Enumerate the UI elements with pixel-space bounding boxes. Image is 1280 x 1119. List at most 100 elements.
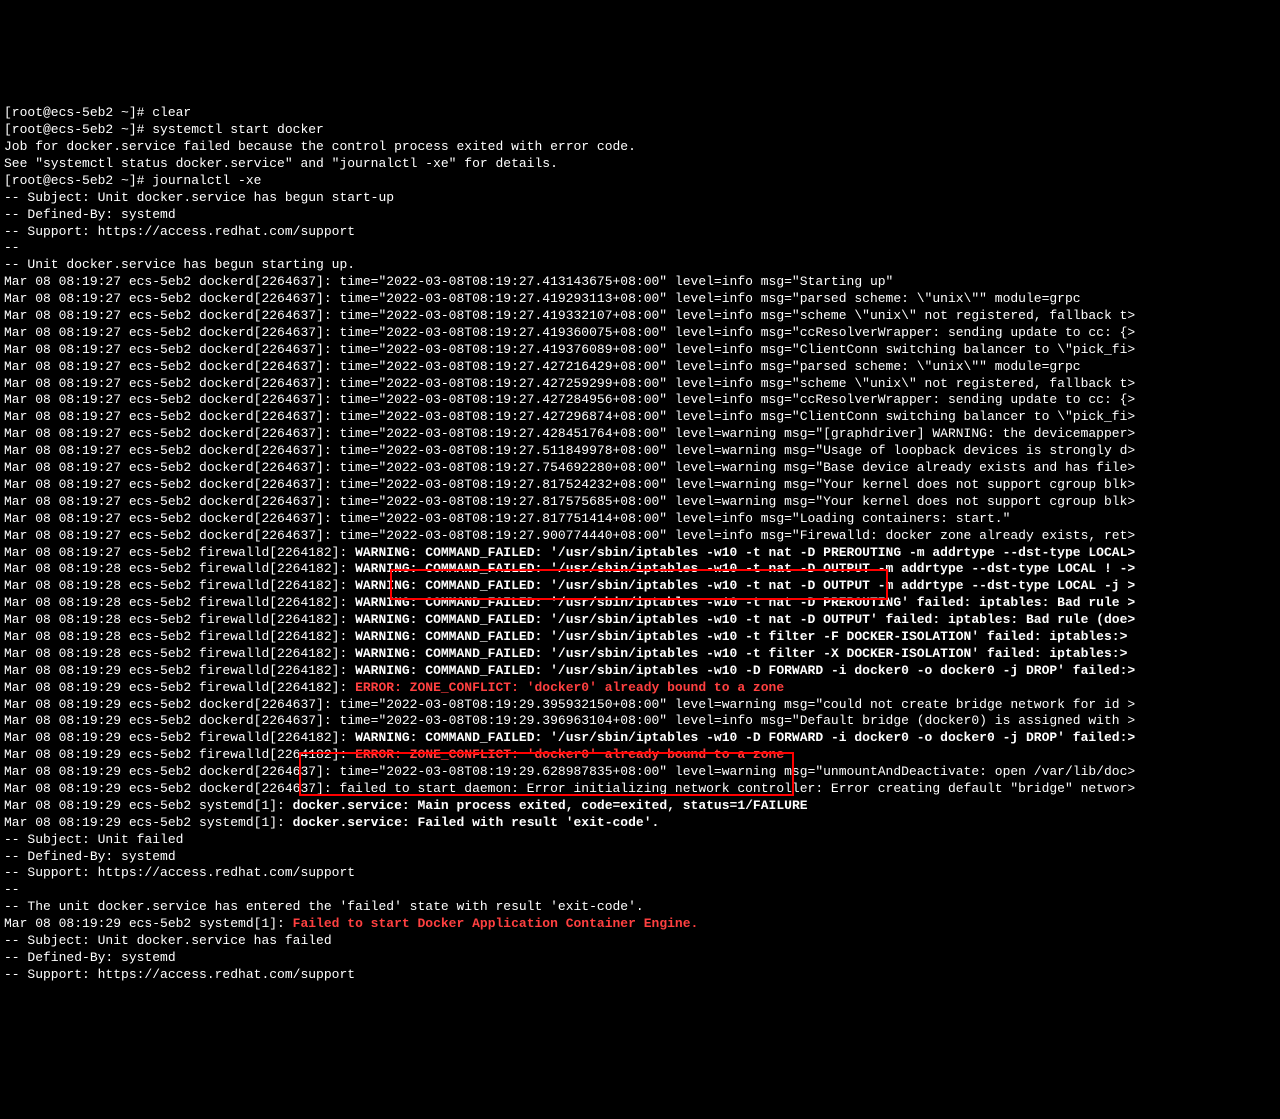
terminal-text-segment: WARNING: COMMAND_FAILED: '/usr/sbin/ipta… xyxy=(355,629,1127,644)
terminal-text-segment: WARNING: COMMAND_FAILED: '/usr/sbin/ipta… xyxy=(355,646,1127,661)
terminal-line: -- xyxy=(4,240,1276,257)
terminal-text: -- Support: https://access.redhat.com/su… xyxy=(4,967,355,982)
terminal-text: Mar 08 08:19:27 ecs-5eb2 dockerd[2264637… xyxy=(4,460,1135,475)
terminal-text-segment: docker.service: Main process exited, cod… xyxy=(293,798,808,813)
terminal-line: Mar 08 08:19:27 ecs-5eb2 dockerd[2264637… xyxy=(4,308,1276,325)
terminal-text: Job for docker.service failed because th… xyxy=(4,139,636,154)
terminal-line: -- Subject: Unit docker.service has fail… xyxy=(4,933,1276,950)
terminal-text: See "systemctl status docker.service" an… xyxy=(4,156,558,171)
terminal-text-segment: Mar 08 08:19:28 ecs-5eb2 firewalld[22641… xyxy=(4,578,355,593)
terminal-text: [root@ecs-5eb2 ~]# systemctl start docke… xyxy=(4,122,324,137)
terminal-text: Mar 08 08:19:27 ecs-5eb2 dockerd[2264637… xyxy=(4,511,1010,526)
terminal-text: -- The unit docker.service has entered t… xyxy=(4,899,644,914)
terminal-text-segment: Mar 08 08:19:28 ecs-5eb2 firewalld[22641… xyxy=(4,561,355,576)
terminal-text: [root@ecs-5eb2 ~]# journalctl -xe xyxy=(4,173,261,188)
terminal-text: [root@ecs-5eb2 ~]# clear xyxy=(4,105,191,120)
terminal-text: -- xyxy=(4,240,27,255)
terminal-text: -- Defined-By: systemd xyxy=(4,950,176,965)
terminal-line: Mar 08 08:19:29 ecs-5eb2 firewalld[22641… xyxy=(4,680,1276,697)
terminal-line: Mar 08 08:19:27 ecs-5eb2 dockerd[2264637… xyxy=(4,392,1276,409)
terminal-text-segment: ERROR: ZONE_CONFLICT: 'docker0' already … xyxy=(355,680,784,695)
terminal-text-segment: WARNING: COMMAND_FAILED: '/usr/sbin/ipta… xyxy=(355,730,1135,745)
terminal-line: Mar 08 08:19:29 ecs-5eb2 systemd[1]: doc… xyxy=(4,798,1276,815)
terminal-line: Mar 08 08:19:27 ecs-5eb2 dockerd[2264637… xyxy=(4,274,1276,291)
terminal-output[interactable]: [root@ecs-5eb2 ~]# clear [root@ecs-5eb2 ~… xyxy=(4,72,1276,1035)
terminal-line: Mar 08 08:19:28 ecs-5eb2 firewalld[22641… xyxy=(4,629,1276,646)
terminal-text: Mar 08 08:19:29 ecs-5eb2 dockerd[2264637… xyxy=(4,713,1135,728)
terminal-text-segment: Mar 08 08:19:29 ecs-5eb2 systemd[1]: xyxy=(4,798,293,813)
terminal-line: Mar 08 08:19:27 ecs-5eb2 firewalld[22641… xyxy=(4,545,1276,562)
terminal-text: -- xyxy=(4,882,27,897)
terminal-line: Mar 08 08:19:29 ecs-5eb2 dockerd[2264637… xyxy=(4,697,1276,714)
terminal-text-segment: Failed to start Docker Application Conta… xyxy=(293,916,699,931)
terminal-line: Mar 08 08:19:27 ecs-5eb2 dockerd[2264637… xyxy=(4,325,1276,342)
terminal-text: -- Defined-By: systemd xyxy=(4,207,176,222)
terminal-line: Mar 08 08:19:28 ecs-5eb2 firewalld[22641… xyxy=(4,595,1276,612)
terminal-line: -- Defined-By: systemd xyxy=(4,207,1276,224)
terminal-text: Mar 08 08:19:27 ecs-5eb2 dockerd[2264637… xyxy=(4,359,1081,374)
terminal-line: Mar 08 08:19:27 ecs-5eb2 dockerd[2264637… xyxy=(4,426,1276,443)
terminal-line: Mar 08 08:19:27 ecs-5eb2 dockerd[2264637… xyxy=(4,291,1276,308)
terminal-text-segment: WARNING: COMMAND_FAILED: '/usr/sbin/ipta… xyxy=(355,561,1135,576)
terminal-line: Mar 08 08:19:28 ecs-5eb2 firewalld[22641… xyxy=(4,612,1276,629)
terminal-text: Mar 08 08:19:27 ecs-5eb2 dockerd[2264637… xyxy=(4,291,1081,306)
terminal-text: -- Subject: Unit docker.service has fail… xyxy=(4,933,332,948)
terminal-line: Mar 08 08:19:27 ecs-5eb2 dockerd[2264637… xyxy=(4,359,1276,376)
terminal-text: Mar 08 08:19:29 ecs-5eb2 dockerd[2264637… xyxy=(4,697,1135,712)
terminal-text-segment: Mar 08 08:19:29 ecs-5eb2 firewalld[22641… xyxy=(4,680,355,695)
terminal-text: Mar 08 08:19:27 ecs-5eb2 dockerd[2264637… xyxy=(4,342,1135,357)
terminal-line: -- Support: https://access.redhat.com/su… xyxy=(4,967,1276,984)
terminal-text-segment: WARNING: COMMAND_FAILED: '/usr/sbin/ipta… xyxy=(355,595,1135,610)
terminal-text-segment: Mar 08 08:19:29 ecs-5eb2 firewalld[22641… xyxy=(4,747,355,762)
terminal-text: -- Support: https://access.redhat.com/su… xyxy=(4,865,355,880)
terminal-line: Mar 08 08:19:27 ecs-5eb2 dockerd[2264637… xyxy=(4,511,1276,528)
terminal-text-segment: Mar 08 08:19:29 ecs-5eb2 firewalld[22641… xyxy=(4,730,355,745)
terminal-text-segment: Mar 08 08:19:28 ecs-5eb2 firewalld[22641… xyxy=(4,646,355,661)
terminal-line: Mar 08 08:19:28 ecs-5eb2 firewalld[22641… xyxy=(4,646,1276,663)
terminal-text: -- Subject: Unit failed xyxy=(4,832,183,847)
terminal-text: -- Support: https://access.redhat.com/su… xyxy=(4,224,355,239)
terminal-text-segment: Mar 08 08:19:28 ecs-5eb2 firewalld[22641… xyxy=(4,629,355,644)
terminal-line: [root@ecs-5eb2 ~]# clear xyxy=(4,105,1276,122)
terminal-line: Mar 08 08:19:29 ecs-5eb2 systemd[1]: doc… xyxy=(4,815,1276,832)
terminal-text-segment: WARNING: COMMAND_FAILED: '/usr/sbin/ipta… xyxy=(355,578,1135,593)
terminal-text: Mar 08 08:19:29 ecs-5eb2 dockerd[2264637… xyxy=(4,764,1135,779)
terminal-line: Mar 08 08:19:27 ecs-5eb2 dockerd[2264637… xyxy=(4,409,1276,426)
terminal-line: Mar 08 08:19:28 ecs-5eb2 firewalld[22641… xyxy=(4,561,1276,578)
terminal-line: [root@ecs-5eb2 ~]# journalctl -xe xyxy=(4,173,1276,190)
terminal-text: -- Subject: Unit docker.service has begu… xyxy=(4,190,394,205)
terminal-text-segment: Mar 08 08:19:28 ecs-5eb2 firewalld[22641… xyxy=(4,612,355,627)
terminal-text-segment: WARNING: COMMAND_FAILED: '/usr/sbin/ipta… xyxy=(355,663,1135,678)
terminal-text: Mar 08 08:19:27 ecs-5eb2 dockerd[2264637… xyxy=(4,274,893,289)
terminal-text: -- Defined-By: systemd xyxy=(4,849,176,864)
terminal-line: -- Unit docker.service has begun startin… xyxy=(4,257,1276,274)
terminal-line: Mar 08 08:19:29 ecs-5eb2 firewalld[22641… xyxy=(4,730,1276,747)
terminal-text: Mar 08 08:19:27 ecs-5eb2 dockerd[2264637… xyxy=(4,426,1135,441)
terminal-text-segment: Mar 08 08:19:28 ecs-5eb2 firewalld[22641… xyxy=(4,595,355,610)
terminal-text: Mar 08 08:19:29 ecs-5eb2 dockerd[2264637… xyxy=(4,781,1135,796)
terminal-text: Mar 08 08:19:27 ecs-5eb2 dockerd[2264637… xyxy=(4,443,1135,458)
terminal-line: [root@ecs-5eb2 ~]# systemctl start docke… xyxy=(4,122,1276,139)
terminal-line: Mar 08 08:19:28 ecs-5eb2 firewalld[22641… xyxy=(4,578,1276,595)
terminal-text: Mar 08 08:19:27 ecs-5eb2 dockerd[2264637… xyxy=(4,392,1135,407)
terminal-text: Mar 08 08:19:27 ecs-5eb2 dockerd[2264637… xyxy=(4,477,1135,492)
terminal-line: Mar 08 08:19:29 ecs-5eb2 systemd[1]: Fai… xyxy=(4,916,1276,933)
terminal-text: -- Unit docker.service has begun startin… xyxy=(4,257,355,272)
terminal-text: Mar 08 08:19:27 ecs-5eb2 dockerd[2264637… xyxy=(4,494,1135,509)
terminal-line: Mar 08 08:19:27 ecs-5eb2 dockerd[2264637… xyxy=(4,477,1276,494)
terminal-line: -- Support: https://access.redhat.com/su… xyxy=(4,224,1276,241)
terminal-line: Mar 08 08:19:29 ecs-5eb2 dockerd[2264637… xyxy=(4,764,1276,781)
terminal-line: -- Defined-By: systemd xyxy=(4,950,1276,967)
terminal-line: -- Defined-By: systemd xyxy=(4,849,1276,866)
terminal-text: Mar 08 08:19:27 ecs-5eb2 dockerd[2264637… xyxy=(4,325,1135,340)
terminal-text-segment: ERROR: ZONE_CONFLICT: 'docker0' already … xyxy=(355,747,784,762)
terminal-line: Mar 08 08:19:29 ecs-5eb2 firewalld[22641… xyxy=(4,747,1276,764)
terminal-line: Mar 08 08:19:27 ecs-5eb2 dockerd[2264637… xyxy=(4,494,1276,511)
terminal-line: -- The unit docker.service has entered t… xyxy=(4,899,1276,916)
terminal-text: Mar 08 08:19:27 ecs-5eb2 dockerd[2264637… xyxy=(4,308,1135,323)
terminal-text-segment: WARNING: COMMAND_FAILED: '/usr/sbin/ipta… xyxy=(355,545,1135,560)
terminal-line: Mar 08 08:19:27 ecs-5eb2 dockerd[2264637… xyxy=(4,460,1276,477)
terminal-text-segment: Mar 08 08:19:27 ecs-5eb2 firewalld[22641… xyxy=(4,545,355,560)
terminal-text-segment: Mar 08 08:19:29 ecs-5eb2 systemd[1]: xyxy=(4,815,293,830)
terminal-text: Mar 08 08:19:27 ecs-5eb2 dockerd[2264637… xyxy=(4,409,1135,424)
